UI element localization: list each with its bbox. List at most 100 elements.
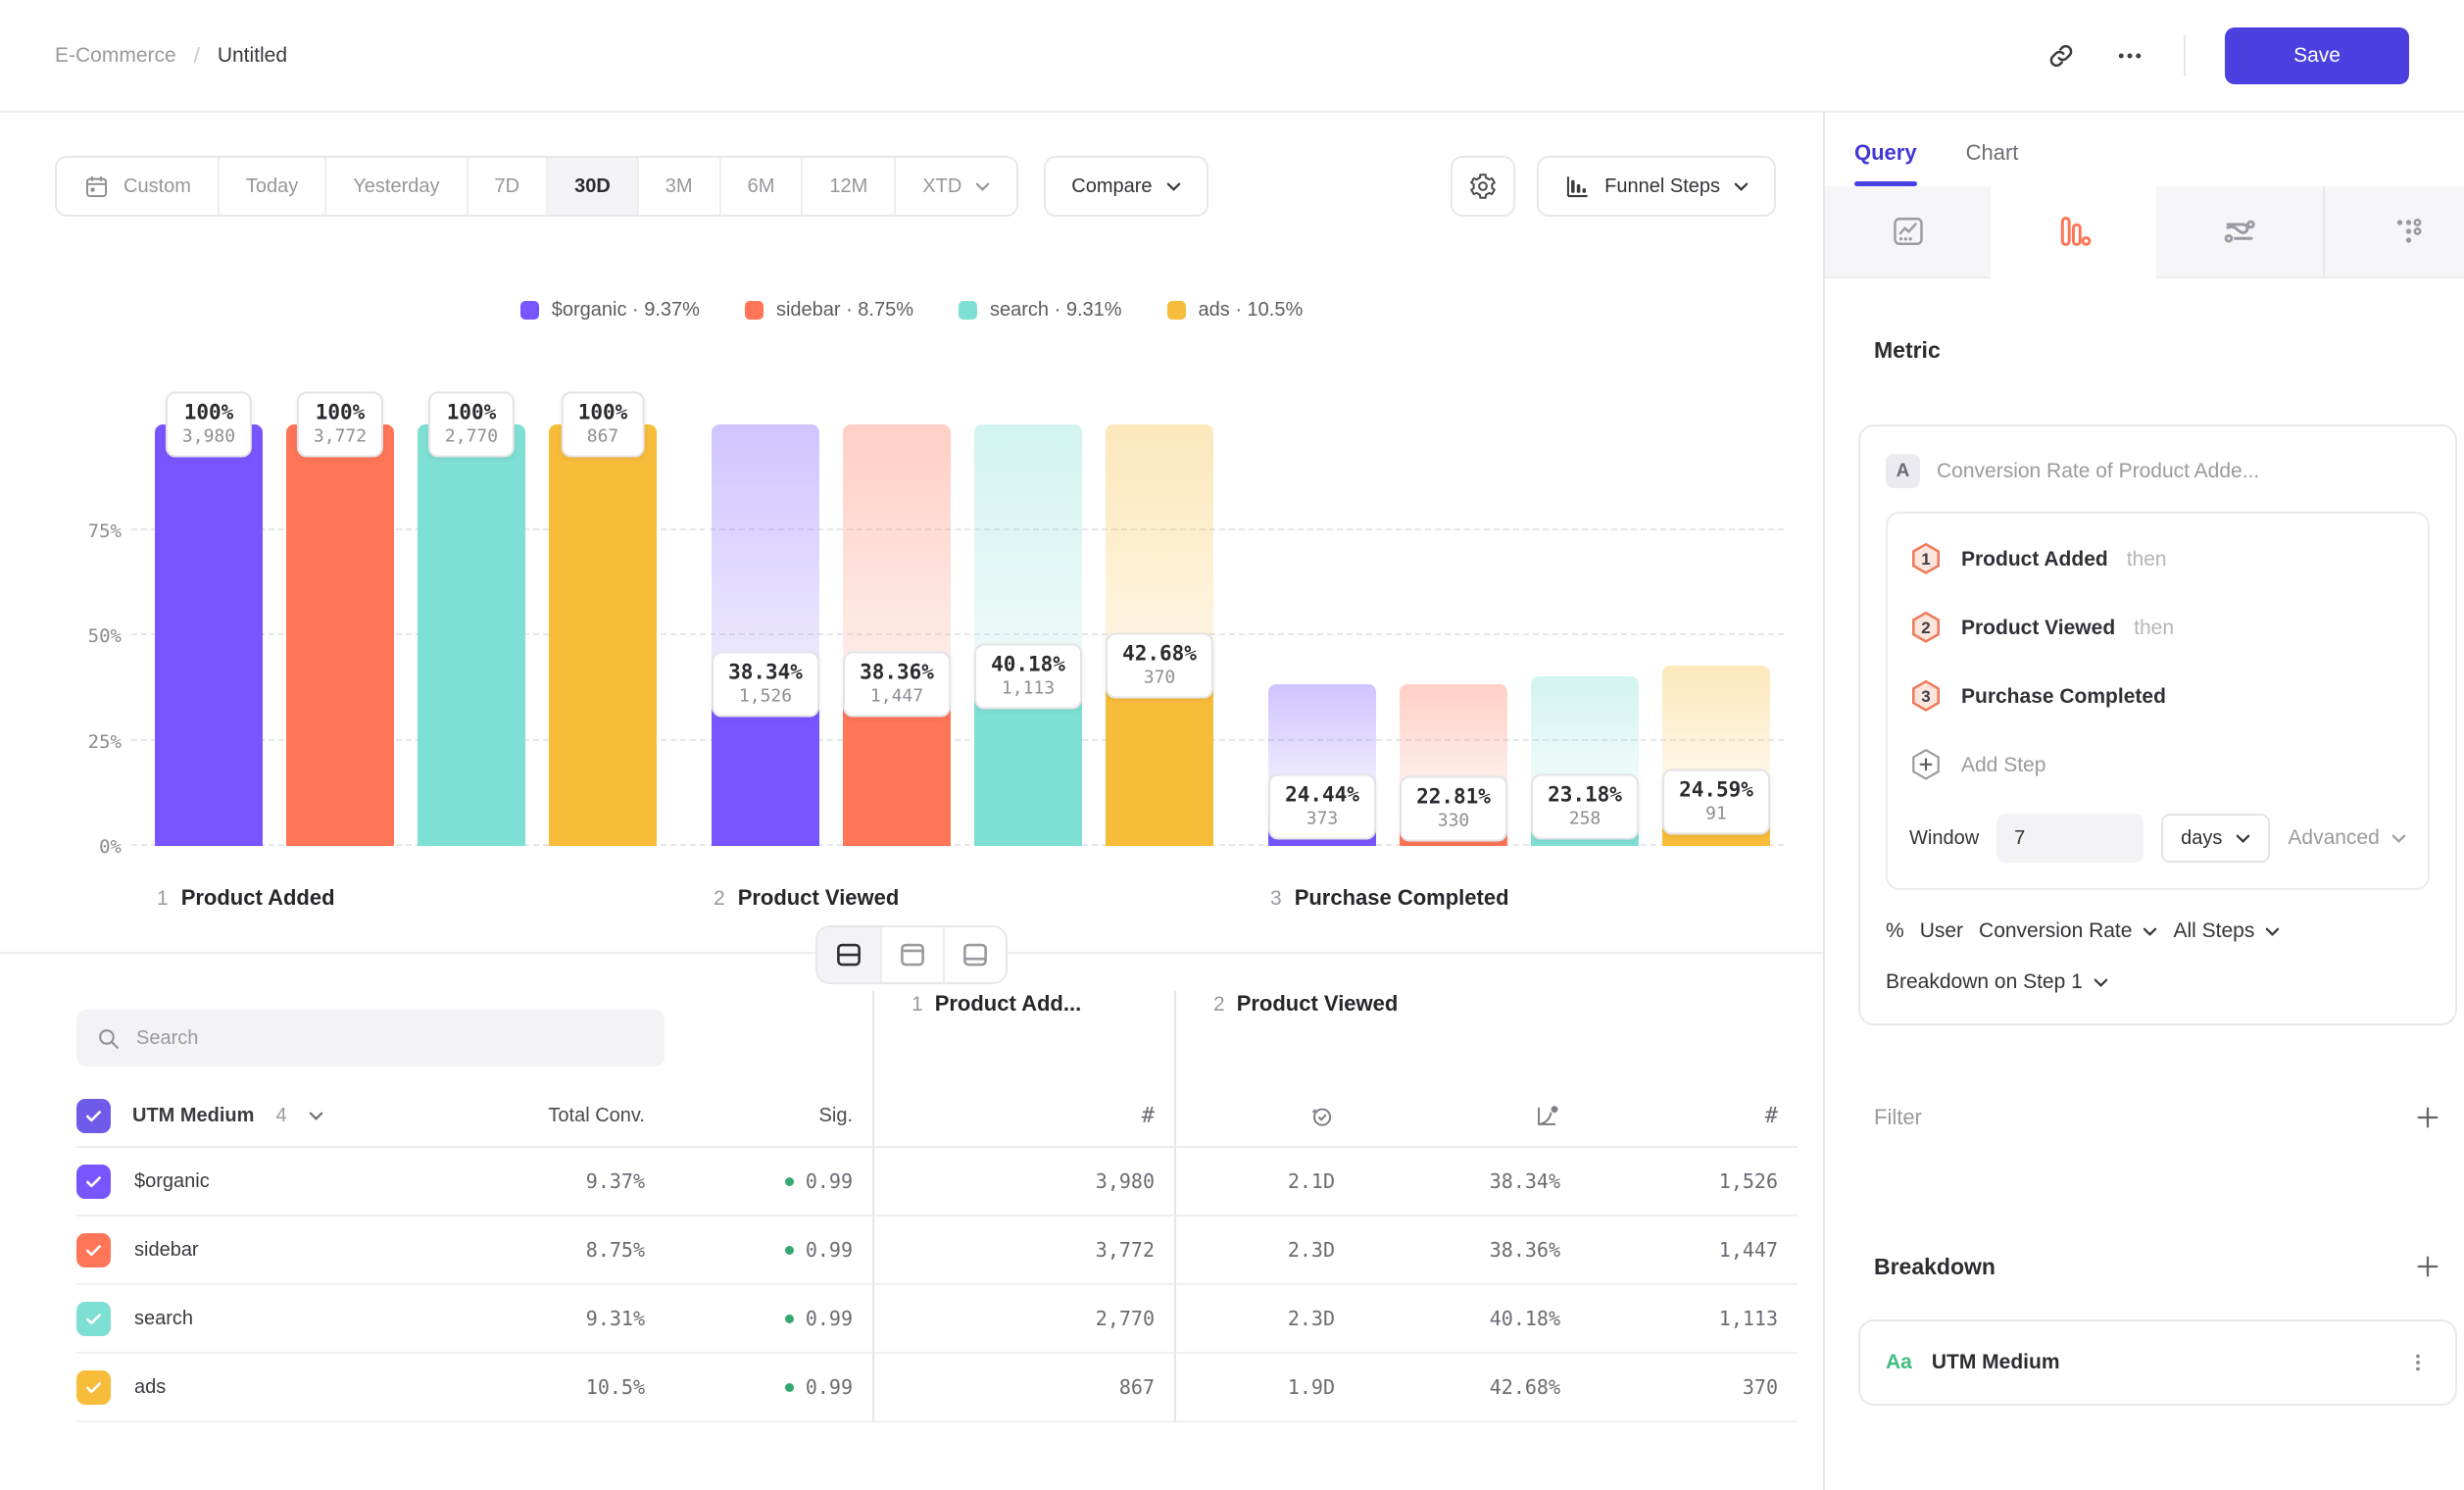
table-group-header[interactable]: UTM Medium 4	[76, 1085, 488, 1148]
metric-step-2[interactable]: 2Product Viewedthen	[1909, 594, 2406, 663]
table-row-organic[interactable]: $organic	[76, 1148, 488, 1217]
step-number: 2	[1213, 993, 1225, 1017]
calendar-icon	[83, 174, 110, 200]
date-range-button-xtd[interactable]: XTD	[894, 158, 1016, 215]
breadcrumb-project[interactable]: E-Commerce	[55, 44, 176, 68]
funnel-bar-organic-step-3[interactable]: 24.44%373	[1268, 385, 1376, 846]
bar-value-label: 100%3,980	[166, 392, 252, 458]
tab-query[interactable]: Query	[1854, 140, 1917, 186]
bar-count: 91	[1679, 803, 1753, 823]
bar-value-label: 42.68%370	[1106, 633, 1213, 699]
row-checkbox[interactable]	[76, 1165, 111, 1199]
funnel-bar-ads-step-2[interactable]: 42.68%370	[1106, 385, 1213, 846]
total-conv-value: 9.37%	[488, 1148, 665, 1217]
table-row-ads[interactable]: ads	[76, 1354, 488, 1422]
funnel-bar-search-step-3[interactable]: 23.18%258	[1531, 385, 1639, 846]
metric-step-1[interactable]: 1Product Addedthen	[1909, 525, 2406, 594]
layout-split-button[interactable]	[817, 927, 880, 982]
step2-rate-column-header[interactable]	[1355, 1085, 1580, 1148]
metric-title-row[interactable]: A Conversion Rate of Product Adde...	[1886, 454, 2430, 488]
row-checkbox[interactable]	[76, 1370, 111, 1405]
funnel-bar-ads-step-3[interactable]: 24.59%91	[1662, 385, 1770, 846]
bar-percent: 23.18%	[1548, 782, 1622, 806]
sig-dot	[785, 1246, 794, 1255]
layout-table-only-button[interactable]	[943, 927, 1006, 982]
breakdown-on-dropdown[interactable]: Breakdown on Step 1	[1886, 970, 2108, 994]
measure-steps-label: All Steps	[2173, 919, 2254, 943]
breakdown-property-card[interactable]: Aa UTM Medium	[1858, 1319, 2457, 1406]
measure-metric-label: Conversion Rate	[1979, 919, 2132, 943]
date-range-button-7d[interactable]: 7D	[467, 158, 547, 215]
tab-chart[interactable]: Chart	[1966, 140, 2019, 186]
window-unit-select[interactable]: days	[2161, 814, 2270, 863]
add-step-button[interactable]: Add Step	[1909, 731, 2406, 800]
window-label: Window	[1909, 827, 1979, 850]
measure-steps-dropdown[interactable]: All Steps	[2173, 919, 2280, 943]
metric-step-3[interactable]: 3Purchase Completed	[1909, 663, 2406, 731]
funnel-bar-sidebar-step-2[interactable]: 38.36%1,447	[843, 385, 951, 846]
window-value-input[interactable]	[1996, 814, 2144, 863]
legend-item-search[interactable]: search · 9.31%	[959, 299, 1122, 322]
ellipsis-icon	[2115, 41, 2144, 71]
copy-link-button[interactable]	[2046, 41, 2076, 71]
add-breakdown-button[interactable]	[2414, 1253, 2441, 1280]
date-range-button-today[interactable]: Today	[218, 158, 324, 215]
date-range-label: XTD	[922, 175, 961, 198]
measure-metric-dropdown[interactable]: Conversion Rate	[1979, 919, 2157, 943]
table-row-sidebar[interactable]: sidebar	[76, 1217, 488, 1285]
advanced-toggle[interactable]: Advanced	[2288, 826, 2405, 850]
legend-item-ads[interactable]: ads · 10.5%	[1167, 299, 1304, 322]
funnel-bar-sidebar-step-1[interactable]: 100%3,772	[286, 385, 394, 846]
add-filter-button[interactable]	[2414, 1104, 2441, 1131]
breakdown-options-button[interactable]	[2406, 1351, 2430, 1374]
date-range-button-custom[interactable]: Custom	[57, 158, 218, 215]
row-checkbox[interactable]	[76, 1233, 111, 1267]
bar-percent: 100%	[578, 401, 628, 424]
funnel-bar-organic-step-2[interactable]: 38.34%1,526	[712, 385, 819, 846]
measure-entity[interactable]: User	[1920, 919, 1963, 943]
funnel-step-group-1: 100%3,980100%3,772100%2,770100%8671Produ…	[155, 385, 657, 846]
chart-type-flows-tab[interactable]	[2156, 186, 2322, 278]
chart-type-funnel-tab[interactable]	[1991, 186, 2156, 278]
row-checkbox[interactable]	[76, 1302, 111, 1336]
select-all-checkbox[interactable]	[76, 1099, 111, 1133]
funnel-bar-search-step-1[interactable]: 100%2,770	[418, 385, 525, 846]
sig-column-header[interactable]: Sig.	[665, 1085, 872, 1148]
step1-count-column-header[interactable]: #	[872, 1085, 1174, 1148]
funnel-bars: 100%3,980100%3,772100%2,770100%8671Produ…	[155, 385, 1770, 846]
more-menu-button[interactable]	[2115, 41, 2144, 71]
date-range-button-yesterday[interactable]: Yesterday	[324, 158, 466, 215]
bar-percent: 38.34%	[728, 661, 803, 684]
date-range-button-6m[interactable]: 6M	[719, 158, 802, 215]
bar-count: 1,113	[991, 678, 1065, 699]
total-conv-column-header[interactable]: Total Conv.	[488, 1085, 665, 1148]
chart-type-dropdown[interactable]: Funnel Steps	[1537, 156, 1776, 217]
date-range-button-30d[interactable]: 30D	[546, 158, 637, 215]
compare-button[interactable]: Compare	[1044, 156, 1207, 217]
chart-type-retention-tab[interactable]	[2323, 186, 2464, 278]
date-range-button-12m[interactable]: 12M	[801, 158, 894, 215]
date-range-button-3m[interactable]: 3M	[637, 158, 719, 215]
bar-count: 3,772	[314, 426, 367, 447]
chart-settings-button[interactable]	[1451, 156, 1515, 217]
table-row-search[interactable]: search	[76, 1285, 488, 1354]
funnel-bar-search-step-2[interactable]: 40.18%1,113	[974, 385, 1082, 846]
bar-value-label: 24.44%373	[1268, 773, 1376, 839]
layout-bottom-icon	[961, 940, 990, 969]
funnel-chart: 0%25%50%75%100%3,980100%3,772100%2,77010…	[147, 351, 1784, 846]
chart-type-insights-tab[interactable]	[1825, 186, 1991, 278]
save-button[interactable]: Save	[2225, 27, 2409, 84]
funnel-bar-sidebar-step-3[interactable]: 22.81%330	[1400, 385, 1507, 846]
search-box[interactable]	[76, 1010, 665, 1067]
legend-item-organic[interactable]: $organic · 9.37%	[520, 299, 700, 322]
legend-item-sidebar[interactable]: sidebar · 8.75%	[745, 299, 913, 322]
step2-time-column-header[interactable]	[1174, 1085, 1355, 1148]
funnel-bar-ads-step-1[interactable]: 100%867	[549, 385, 657, 846]
step2-count-column-header[interactable]: #	[1580, 1085, 1798, 1148]
search-input[interactable]	[136, 1027, 645, 1050]
report-title[interactable]: Untitled	[218, 44, 287, 68]
layout-chart-only-button[interactable]	[880, 927, 943, 982]
layout-split-icon	[834, 940, 863, 969]
funnel-bar-organic-step-1[interactable]: 100%3,980	[155, 385, 263, 846]
chevron-down-icon	[1166, 181, 1181, 192]
